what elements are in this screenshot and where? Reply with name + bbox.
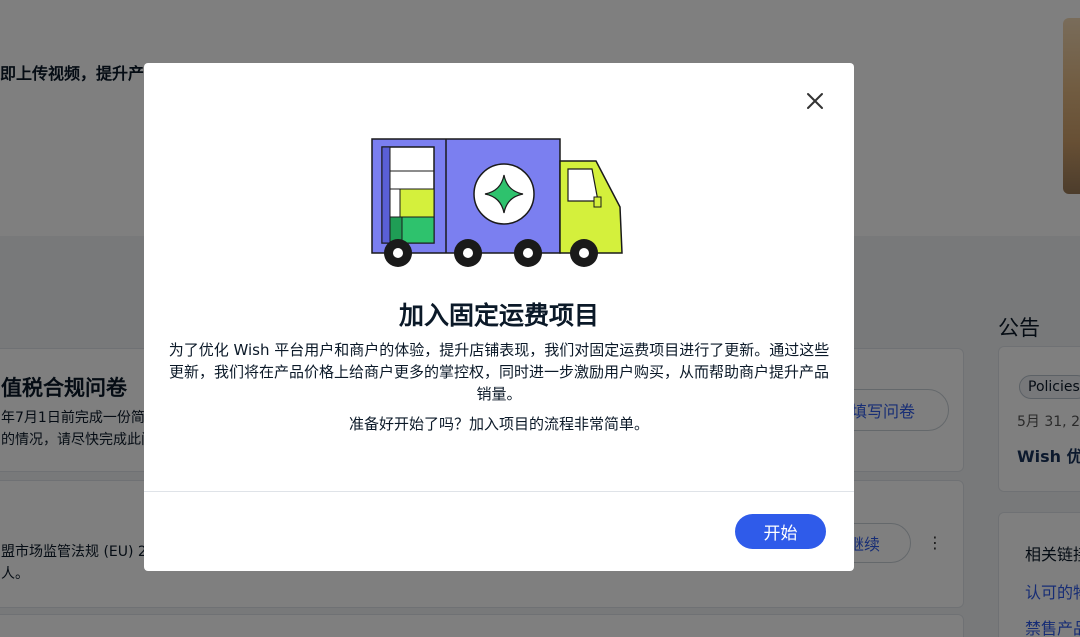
modal-divider xyxy=(144,491,854,492)
close-icon[interactable] xyxy=(804,90,826,112)
modal-title: 加入固定运费项目 xyxy=(398,301,599,330)
delivery-truck-illustration xyxy=(370,137,626,273)
modal-subtext: 准备好开始了吗？加入项目的流程非常简单。 xyxy=(348,415,649,433)
shipping-program-modal: 加入固定运费项目 为了优化 Wish 平台用户和商户的体验，提升店铺表现，我们对… xyxy=(144,63,854,571)
start-button[interactable]: 开始 xyxy=(735,514,826,549)
modal-description: 为了优化 Wish 平台用户和商户的体验，提升店铺表现，我们对固定运费项目进行了… xyxy=(168,341,830,403)
